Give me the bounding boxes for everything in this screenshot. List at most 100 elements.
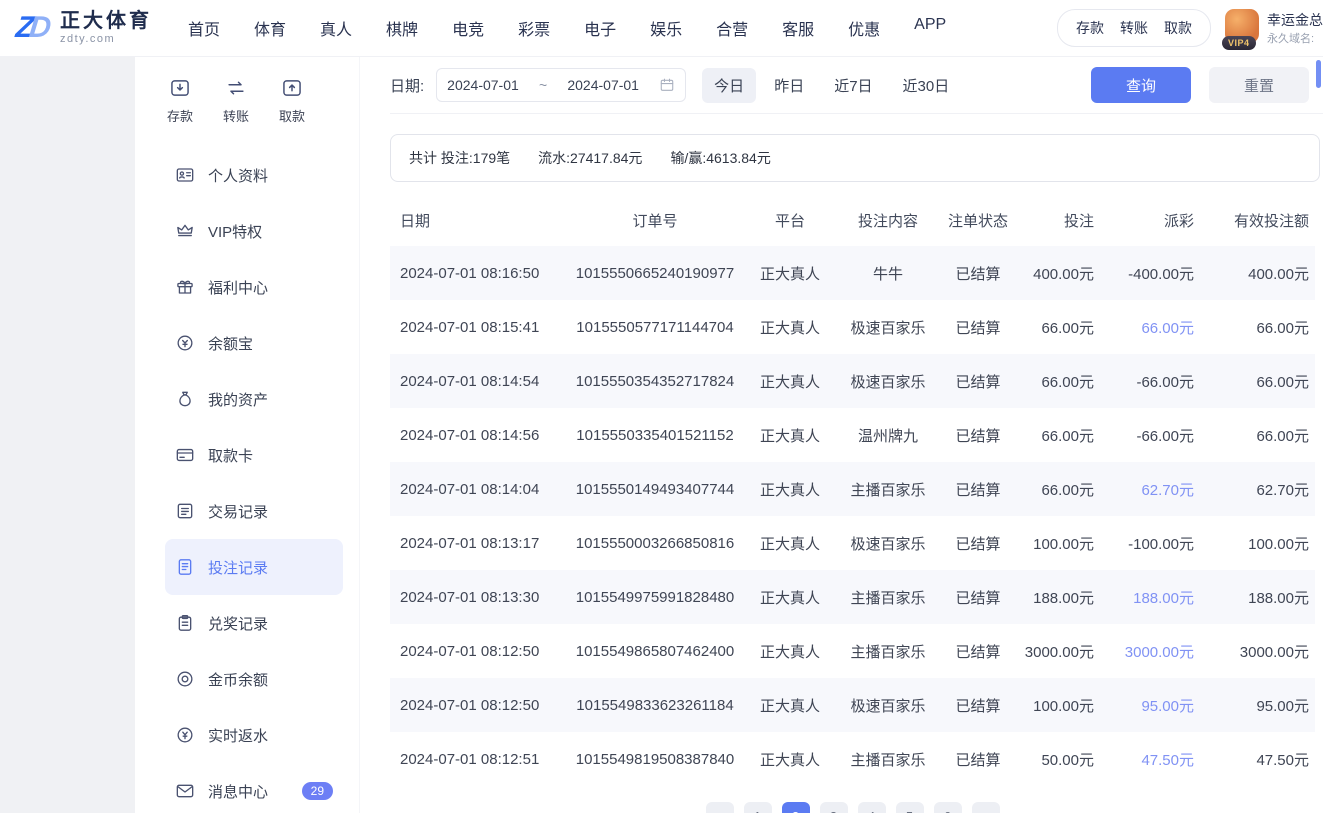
cell-bet-content: 极速百家乐 [850,697,926,715]
date-from-value[interactable]: 2024-07-01 [447,77,519,93]
cell-valid-amount: 95.00元 [1256,697,1309,715]
column-header: 派彩 [1163,212,1194,230]
filter-yesterday[interactable]: 昨日 [762,68,816,103]
sidebar-item-yuebao[interactable]: 余额宝 [165,315,343,371]
filter-last7days[interactable]: 近7日 [822,68,884,103]
page-button[interactable]: 2 [781,802,810,813]
menu-item-icon [175,277,195,297]
page-button[interactable]: 4 [857,802,886,813]
cell-bet-content: 极速百家乐 [850,535,926,553]
nav-item[interactable]: APP [914,16,946,40]
cell-bet-content: 主播百家乐 [850,751,926,769]
nav-item[interactable]: 电子 [584,16,616,40]
cell-order-number: 1015549819508387840 [575,750,735,768]
quick-action-transfer[interactable]: 转账 [223,77,249,125]
sidebar: 存款 转账 取款 个人资料 VIP特权 福利中心 余额宝 我的资产 取款卡 交易… [135,57,360,813]
page-button[interactable]: 5 [895,802,924,813]
scrollbar-thumb[interactable] [1316,60,1321,88]
menu-item-label: 余额宝 [208,335,254,353]
table-row: 2024-07-01 08:12:50 1015549865807462400 … [390,624,1315,678]
brand-logo[interactable]: ZD 正大体育 zdty.com [14,10,152,46]
cell-order-number: 1015550149493407744 [575,480,735,498]
cell-bet-content: 主播百家乐 [850,481,926,499]
sidebar-item-bet-records[interactable]: 投注记录 [165,539,343,595]
cell-platform: 正大真人 [759,481,820,499]
date-to-value[interactable]: 2024-07-01 [567,77,639,93]
sidebar-quick-actions: 存款 转账 取款 [165,77,359,125]
search-button[interactable]: 查询 [1091,67,1191,103]
sidebar-item-withdraw-card[interactable]: 取款卡 [165,427,343,483]
sidebar-item-welfare[interactable]: 福利中心 [165,259,343,315]
menu-item-label: 金币余额 [208,671,269,689]
date-separator: ~ [538,77,548,93]
cell-date: 2024-07-01 08:14:04 [400,480,540,498]
filter-last30days[interactable]: 近30日 [891,68,962,103]
sidebar-item-prize-records[interactable]: 兑奖记录 [165,595,343,651]
table-row: 2024-07-01 08:15:41 1015550577171144704 … [390,300,1315,354]
page-button[interactable]: 6 [933,802,962,813]
nav-item[interactable]: 彩票 [518,16,550,40]
menu-item-icon [175,333,195,353]
reset-button[interactable]: 重置 [1209,67,1309,103]
summary-item: 流水:27417.84元 [538,150,643,166]
sidebar-menu: 个人资料 VIP特权 福利中心 余额宝 我的资产 取款卡 交易记录 投注记录 兑… [165,147,343,819]
user-text: 幸运金总 永久域名: [1267,9,1323,48]
menu-item-label: 交易记录 [208,503,269,521]
cell-platform: 正大真人 [759,643,820,661]
cell-order-number: 1015549975991828480 [575,588,735,606]
page-button[interactable]: ‹ [705,802,734,813]
sidebar-item-assets[interactable]: 我的资产 [165,371,343,427]
nav-item[interactable]: 电竞 [452,16,484,40]
nav-item[interactable]: 首页 [188,16,220,40]
cell-payout: 47.50元 [1141,751,1194,769]
page-button[interactable]: › [971,802,1000,813]
sidebar-item-transactions[interactable]: 交易记录 [165,483,343,539]
cell-platform: 正大真人 [759,697,820,715]
nav-item[interactable]: 优惠 [848,16,880,40]
quick-action-icon [225,77,247,99]
cell-bet-amount: 3000.00元 [1024,643,1094,661]
quick-action-icon [169,77,191,99]
nav-item[interactable]: 客服 [782,16,814,40]
cell-status: 已结算 [955,751,1001,769]
main-nav: 首页 体育 真人 棋牌 电竞 彩票 电子 娱乐 合营 客服 优惠 APP [188,16,946,40]
filter-today[interactable]: 今日 [702,67,757,103]
summary-bar: 共计 投注:179笔 流水:27417.84元 输/赢:4613.84元 [390,134,1320,182]
table-row: 2024-07-01 08:12:51 1015549819508387840 … [390,732,1315,786]
cell-order-number: 1015550003266850816 [575,534,735,552]
nav-item[interactable]: 真人 [320,16,352,40]
sidebar-item-profile[interactable]: 个人资料 [165,147,343,203]
menu-item-icon [175,557,195,577]
sidebar-item-vip[interactable]: VIP特权 [165,203,343,259]
quick-action-label: 转账 [223,109,250,124]
nav-item[interactable]: 合营 [716,16,748,40]
date-range-input[interactable]: 2024-07-01 ~ 2024-07-01 [436,68,687,102]
cell-bet-content: 主播百家乐 [850,589,926,607]
cell-platform: 正大真人 [759,373,820,391]
sidebar-item-rebate[interactable]: 实时返水 [165,707,343,763]
quick-action-withdraw[interactable]: 取款 [279,77,305,125]
header-action-deposit[interactable]: 存款 [1076,18,1104,38]
nav-item[interactable]: 棋牌 [386,16,418,40]
quick-action-deposit[interactable]: 存款 [167,77,193,125]
cell-valid-amount: 3000.00元 [1239,643,1309,661]
sidebar-item-gold-balance[interactable]: 金币余额 [165,651,343,707]
bet-records-table: 日期 订单号 平台 投注内容 注单状态 投注 派彩 有效投注额 2024-07-01 08:1… [390,194,1315,786]
pagination: ‹ 123456 › [390,802,1315,813]
header-action-withdraw[interactable]: 取款 [1164,18,1192,38]
cell-date: 2024-07-01 08:12:50 [400,696,540,714]
header-quick-actions: 存款 转账 取款 [1057,9,1211,47]
menu-item-icon [175,221,195,241]
cell-status: 已结算 [955,427,1001,445]
cell-status: 已结算 [955,319,1001,337]
page-button[interactable]: 1 [743,802,772,813]
header-action-transfer[interactable]: 转账 [1120,18,1148,38]
cell-bet-content: 极速百家乐 [850,373,926,391]
user-menu[interactable]: VIP4 幸运金总 永久域名: [1222,8,1323,50]
nav-item[interactable]: 娱乐 [650,16,682,40]
page-button[interactable]: 3 [819,802,848,813]
main-content: 日期: 2024-07-01 ~ 2024-07-01 今日 昨日 近7日 近30日 … [360,57,1323,813]
sidebar-item-messages[interactable]: 消息中心 29 [165,763,343,819]
nav-item[interactable]: 体育 [254,16,286,40]
calendar-icon[interactable] [659,77,675,93]
